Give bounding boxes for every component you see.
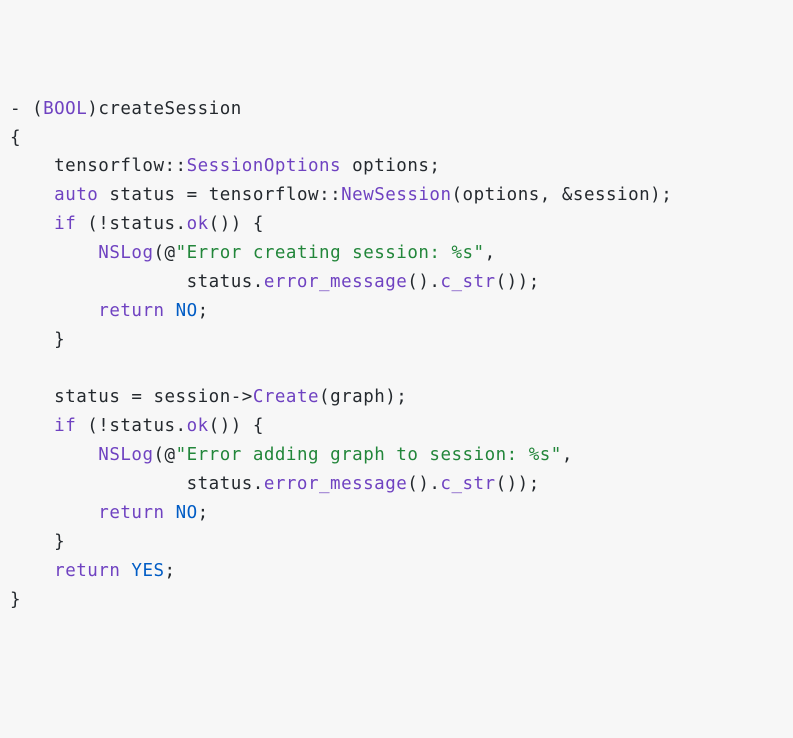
code-token: tensorflow (10, 156, 165, 176)
code-token: } (10, 532, 65, 552)
code-token: if (54, 416, 76, 436)
code-token: session (142, 387, 230, 407)
code-token: "Error adding graph to session: %s" (176, 445, 562, 465)
code-block: - (BOOL)createSession{ tensorflow::Sessi… (10, 95, 783, 615)
code-token: { (10, 128, 21, 148)
code-token: = (131, 387, 142, 407)
code-token: (!status. (76, 214, 186, 234)
code-token (10, 185, 54, 205)
code-token (165, 301, 176, 321)
code-token: (options, (452, 185, 562, 205)
code-token: status (10, 387, 131, 407)
code-token: NSLog (98, 243, 153, 263)
code-token: ok (187, 416, 209, 436)
code-token: :: (165, 156, 187, 176)
code-token: @ (165, 445, 176, 465)
code-line: return NO; (10, 499, 783, 528)
code-token: error_message (264, 474, 407, 494)
code-token (10, 445, 98, 465)
code-token: } (10, 590, 21, 610)
code-token: @ (165, 243, 176, 263)
code-line: status.error_message().c_str()); (10, 470, 783, 499)
code-line: if (!status.ok()) { (10, 412, 783, 441)
code-token: } (10, 330, 65, 350)
code-token (10, 416, 54, 436)
code-token: tensorflow (198, 185, 319, 205)
code-token (10, 503, 98, 523)
code-token: SessionOptions (187, 156, 342, 176)
code-line: return YES; (10, 557, 783, 586)
code-token: , (562, 445, 573, 465)
code-token: NO (176, 301, 198, 321)
code-line: tensorflow::SessionOptions options; (10, 152, 783, 181)
code-token: = (187, 185, 198, 205)
code-line: } (10, 586, 783, 615)
code-token: session); (573, 185, 672, 205)
code-token (10, 561, 54, 581)
code-line: if (!status.ok()) { (10, 210, 783, 239)
code-token: return (98, 503, 164, 523)
code-token: NewSession (341, 185, 451, 205)
code-token: ()) { (209, 214, 264, 234)
code-token: NO (176, 503, 198, 523)
code-token: ) (87, 99, 98, 119)
code-line: NSLog(@"Error creating session: %s", (10, 239, 783, 268)
code-token: ( (153, 445, 164, 465)
code-token: (graph); (319, 387, 407, 407)
code-line: status.error_message().c_str()); (10, 268, 783, 297)
code-token: c_str (440, 474, 495, 494)
code-token: "Error creating session: %s" (176, 243, 485, 263)
code-token: , (485, 243, 496, 263)
code-token: ; (198, 503, 209, 523)
code-token: ok (187, 214, 209, 234)
code-token: createSession (98, 99, 241, 119)
code-token: ()) { (209, 416, 264, 436)
code-token: if (54, 214, 76, 234)
code-line: - (BOOL)createSession (10, 95, 783, 124)
code-token: (!status. (76, 416, 186, 436)
code-line (10, 355, 783, 384)
code-token: YES (131, 561, 164, 581)
code-token: (). (407, 272, 440, 292)
code-token: ()); (496, 272, 540, 292)
code-line: return NO; (10, 297, 783, 326)
code-line: } (10, 528, 783, 557)
code-token (10, 301, 98, 321)
code-token (10, 214, 54, 234)
code-line: status = session->Create(graph); (10, 383, 783, 412)
code-token: ; (198, 301, 209, 321)
code-line: { (10, 124, 783, 153)
code-token: return (98, 301, 164, 321)
code-token: BOOL (43, 99, 87, 119)
code-token: & (562, 185, 573, 205)
code-token (10, 243, 98, 263)
code-token: ()); (496, 474, 540, 494)
code-token: NSLog (98, 445, 153, 465)
code-token (10, 359, 21, 379)
code-line: } (10, 326, 783, 355)
code-token: options; (341, 156, 440, 176)
code-token (120, 561, 131, 581)
code-token: - ( (10, 99, 43, 119)
code-token: return (54, 561, 120, 581)
code-line: auto status = tensorflow::NewSession(opt… (10, 181, 783, 210)
code-token: c_str (440, 272, 495, 292)
code-token: ( (153, 243, 164, 263)
code-token: status. (10, 474, 264, 494)
code-token: status (98, 185, 186, 205)
code-token: :: (319, 185, 341, 205)
code-token: -> (231, 387, 253, 407)
code-token: ; (165, 561, 176, 581)
code-token: status. (10, 272, 264, 292)
code-token (165, 503, 176, 523)
code-token: Create (253, 387, 319, 407)
code-token: auto (54, 185, 98, 205)
code-token: error_message (264, 272, 407, 292)
code-line: NSLog(@"Error adding graph to session: %… (10, 441, 783, 470)
code-token: (). (407, 474, 440, 494)
